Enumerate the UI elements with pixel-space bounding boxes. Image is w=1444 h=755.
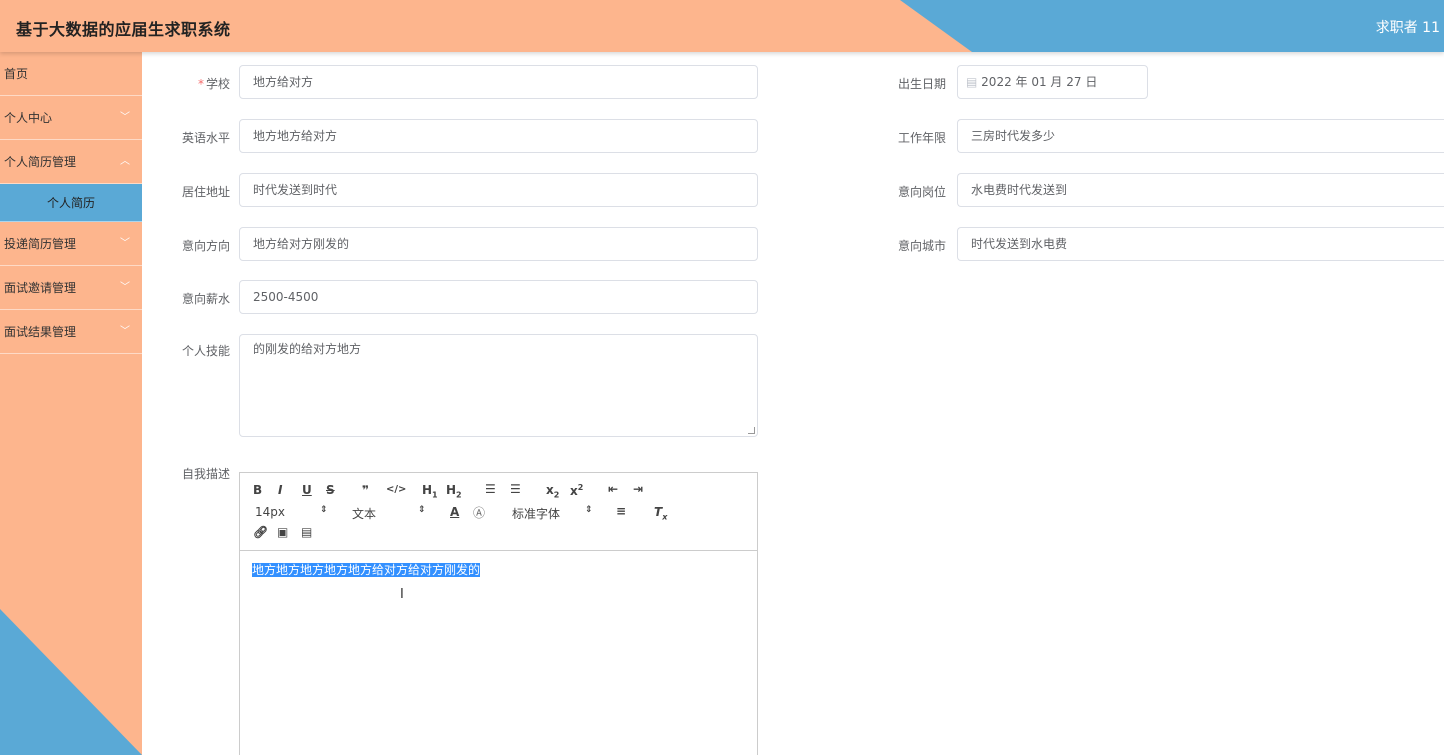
skills-textarea[interactable]: 的刚发的给对方地方	[239, 334, 758, 437]
sidebar-item-label: 投递简历管理	[4, 237, 77, 251]
top-header: 基于大数据的应届生求职系统 求职者 11	[0, 0, 1444, 52]
outdent-icon[interactable]: ⇤	[608, 482, 618, 496]
sidebar-item-label: 面试邀请管理	[4, 281, 77, 295]
sidebar: 首页 个人中心 ﹀ 个人简历管理 ︿ 个人简历 投递简历管理 ﹀ 面试邀请管理 …	[0, 52, 142, 755]
align-icon[interactable]: ≡	[616, 504, 626, 518]
clear-format-icon[interactable]: Tx	[654, 505, 667, 521]
sidebar-blue-corner	[0, 609, 142, 755]
address-label: 居住地址	[181, 185, 230, 199]
sidebar-item-label: 个人中心	[4, 111, 53, 125]
position-input[interactable]: 水电费时代发送到	[957, 173, 1444, 207]
ordered-list-icon[interactable]: ☰	[485, 482, 496, 496]
school-label: * 学校	[197, 77, 230, 91]
school-input[interactable]: 地方给对方	[239, 65, 758, 99]
city-input[interactable]: 时代发送到水电费	[957, 227, 1444, 261]
birthday-label: 出生日期	[897, 77, 946, 91]
header-blue-shape	[900, 0, 1444, 52]
chevron-down-icon: ﹀	[120, 238, 130, 249]
sidebar-item-label: 个人简历管理	[4, 155, 77, 169]
h1-button[interactable]: H1	[422, 483, 438, 499]
chevron-down-icon: ﹀	[120, 326, 130, 337]
sidebar-subitem-resume[interactable]: 个人简历	[0, 184, 142, 222]
rich-text-editor: B I U S ❞ </> H1 H2 ☰ ☰ x2 x2 ⇤ ⇥ 14px ⇕…	[239, 472, 758, 755]
h2-button[interactable]: H2	[446, 483, 462, 499]
salary-input[interactable]: 2500-4500	[239, 280, 758, 314]
sidebar-item-interview-invite[interactable]: 面试邀请管理 ﹀	[0, 266, 142, 310]
sidebar-item-label: 个人简历	[46, 196, 95, 210]
work-years-label: 工作年限	[897, 131, 946, 145]
chevron-updown-icon: ⇕	[418, 505, 426, 515]
background-color-icon[interactable]: Ⓐ	[473, 504, 485, 521]
header-select[interactable]: 文本	[352, 505, 376, 522]
direction-input[interactable]: 地方给对方刚发的	[239, 227, 758, 261]
sidebar-item-label: 首页	[4, 67, 29, 81]
bold-button[interactable]: B	[253, 483, 262, 497]
chevron-down-icon: ﹀	[120, 112, 130, 123]
text-cursor-icon: I	[400, 587, 404, 602]
font-size-select[interactable]: 14px	[255, 505, 285, 519]
editor-content[interactable]: 地方地方地方地方地方给对方给对方刚发的 I	[240, 551, 757, 602]
position-label: 意向岗位	[897, 185, 946, 199]
city-label: 意向城市	[897, 239, 946, 253]
sidebar-item-personal-center[interactable]: 个人中心 ﹀	[0, 96, 142, 140]
work-years-input[interactable]: 三房时代发多少	[957, 119, 1444, 153]
font-family-select[interactable]: 标准字体	[512, 505, 560, 522]
underline-button[interactable]: U	[302, 483, 312, 497]
sidebar-item-label: 面试结果管理	[4, 325, 77, 339]
self-desc-label: 自我描述	[181, 467, 230, 481]
bullet-list-icon[interactable]: ☰	[510, 482, 521, 496]
blockquote-button[interactable]: ❞	[362, 483, 369, 497]
direction-label: 意向方向	[181, 239, 230, 253]
resize-handle[interactable]	[748, 427, 755, 434]
required-mark: *	[197, 77, 204, 91]
editor-toolbar: B I U S ❞ </> H1 H2 ☰ ☰ x2 x2 ⇤ ⇥ 14px ⇕…	[240, 473, 757, 551]
selected-text: 地方地方地方地方地方给对方给对方刚发的	[252, 563, 481, 577]
superscript-button[interactable]: x2	[570, 483, 583, 498]
birthday-value: 2022 年 01 月 27 日	[981, 75, 1098, 89]
calendar-icon: ▤	[966, 75, 978, 89]
salary-label: 意向薪水	[181, 292, 230, 306]
italic-button[interactable]: I	[278, 483, 282, 497]
image-icon[interactable]: ▣	[277, 525, 288, 539]
sidebar-item-delivery-manage[interactable]: 投递简历管理 ﹀	[0, 222, 142, 266]
video-icon[interactable]: ▤	[301, 525, 312, 539]
strike-button[interactable]: S	[326, 483, 335, 497]
subscript-button[interactable]: x2	[546, 483, 559, 499]
birthday-date-picker[interactable]: ▤ 2022 年 01 月 27 日	[957, 65, 1148, 99]
skills-text: 的刚发的给对方地方	[253, 342, 362, 356]
user-name[interactable]: 求职者 11	[1376, 17, 1440, 37]
code-block-button[interactable]: </>	[386, 484, 406, 495]
sidebar-item-interview-result[interactable]: 面试结果管理 ﹀	[0, 310, 142, 354]
english-input[interactable]: 地方地方给对方	[239, 119, 758, 153]
chevron-updown-icon: ⇕	[585, 505, 593, 515]
sidebar-item-home[interactable]: 首页	[0, 52, 142, 96]
sidebar-item-resume-manage[interactable]: 个人简历管理 ︿	[0, 140, 142, 184]
chevron-down-icon: ﹀	[120, 282, 130, 293]
english-label: 英语水平	[181, 131, 230, 145]
chevron-updown-icon: ⇕	[320, 505, 328, 515]
chevron-up-icon: ︿	[120, 156, 130, 167]
skills-label: 个人技能	[181, 344, 230, 358]
font-color-icon[interactable]: A	[450, 505, 459, 519]
address-input[interactable]: 时代发送到时代	[239, 173, 758, 207]
indent-icon[interactable]: ⇥	[633, 482, 643, 496]
link-icon[interactable]: 🔗︎	[253, 525, 268, 539]
app-title: 基于大数据的应届生求职系统	[16, 20, 231, 39]
